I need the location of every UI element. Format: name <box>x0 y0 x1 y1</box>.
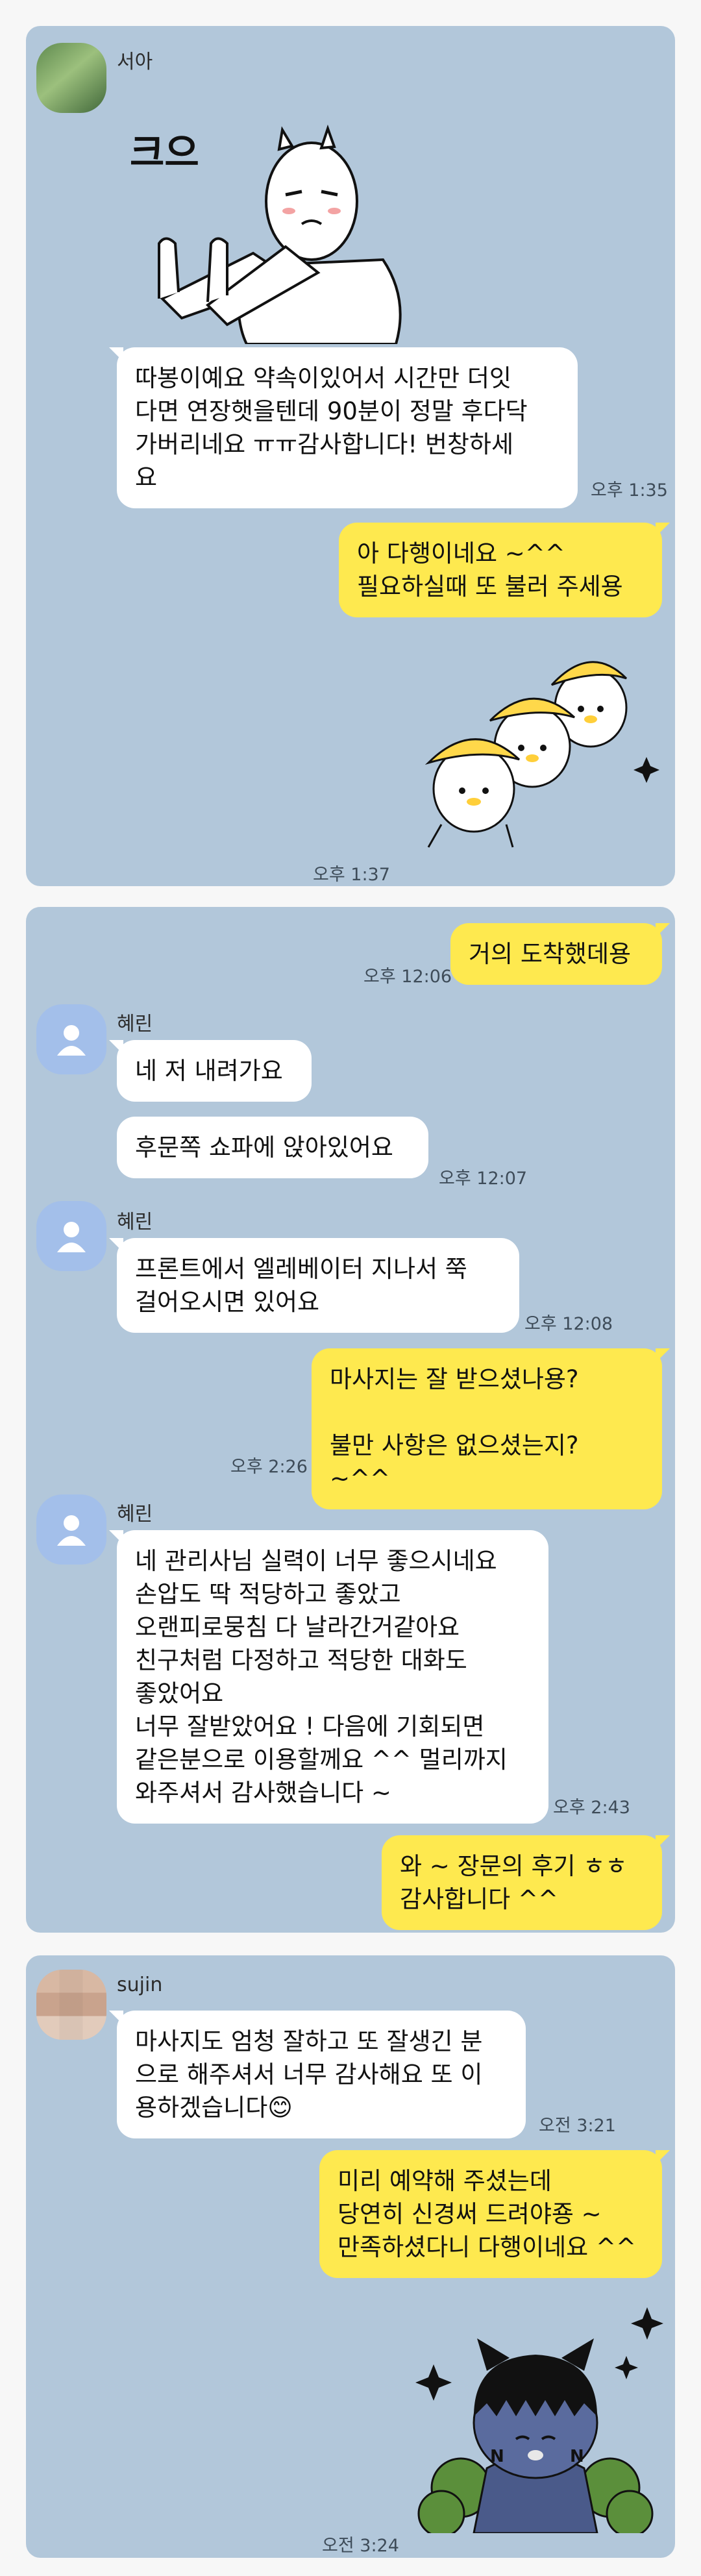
message-timestamp: 오후 12:08 <box>524 1314 613 1334</box>
message-bubble-incoming[interactable]: 후문쪽 쇼파에 앉아있어요 <box>117 1117 428 1178</box>
sender-name: 혜린 <box>117 1503 153 1526</box>
sender-name: sujin <box>117 1974 163 1996</box>
chat-screenshot-2: 거의 도착했데용 오후 12:06 혜린 네 저 내려가요 후문쪽 쇼파에 앉아… <box>26 907 675 1933</box>
sender-avatar-hyerin[interactable] <box>36 1201 106 1271</box>
message-bubble-incoming[interactable]: 마사지도 엄청 잘하고 또 잘생긴 분 으로 해주셔서 너무 감사해요 또 이 … <box>109 2011 526 2138</box>
svg-text:N: N <box>490 2447 504 2466</box>
sender-avatar-hyerin[interactable] <box>36 1004 106 1074</box>
thumbs-up-character-sticker: 크으 <box>130 124 402 344</box>
chat-screenshot-1: 서아 크으 따봉이예요 약속이있어서 시간만 더잇 다면 연장햇을텐데 90분이… <box>26 26 675 886</box>
message-bubble-outgoing[interactable]: 마사지는 잘 받으셨나용? 불만 사항은 없으셨는지? ~^^ <box>312 1348 670 1509</box>
person-icon <box>57 1025 86 1056</box>
sender-name: 혜린 <box>117 1211 153 1233</box>
message-bubble-outgoing[interactable]: 거의 도착했데용 <box>450 923 670 985</box>
message-timestamp: 오전 3:24 <box>322 2536 399 2556</box>
message-bubble-outgoing[interactable]: 와 ~ 장문의 후기 ㅎㅎ 감사합니다 ^^ <box>382 1835 670 1930</box>
sender-name: 혜린 <box>117 1013 153 1035</box>
message-bubble-incoming[interactable]: 따봉이예요 약속이있어서 시간만 더잇 다면 연장햇을텐데 90분이 정말 후다… <box>109 347 578 508</box>
person-icon <box>57 1515 86 1546</box>
message-timestamp: 오후 1:37 <box>313 865 390 885</box>
message-bubble-incoming[interactable]: 네 관리사님 실력이 너무 좋으시네요 손압도 딱 적당하고 좋았고 오랜피로뭉… <box>109 1530 548 1824</box>
ryan-cat-sticker: N N <box>415 2307 663 2533</box>
message-timestamp: 오후 12:06 <box>363 967 452 987</box>
message-bubble-outgoing[interactable]: 아 다행이네요 ~^^ 필요하실때 또 불러 주세용 <box>339 523 670 617</box>
message-bubble-outgoing[interactable]: 미리 예약해 주셨는데 당연히 신경써 드려야죵 ~ 만족하셨다니 다행이네요 … <box>319 2150 670 2278</box>
sender-name: 서아 <box>117 51 153 73</box>
message-timestamp: 오후 1:35 <box>591 480 668 501</box>
banana-hat-characters-sticker <box>427 661 659 848</box>
sender-avatar-seoa[interactable] <box>36 43 106 113</box>
sticker-caption: 크으 <box>130 130 199 175</box>
sender-avatar-hyerin[interactable] <box>36 1494 106 1565</box>
message-timestamp: 오후 12:07 <box>439 1169 528 1189</box>
svg-text:N: N <box>570 2447 584 2466</box>
sender-avatar-sujin[interactable] <box>36 1970 106 2040</box>
person-icon <box>57 1222 86 1252</box>
chat-screenshot-3: sujin 마사지도 엄청 잘하고 또 잘생긴 분 으로 해주셔서 너무 감사해… <box>26 1955 675 2558</box>
message-timestamp: 오후 2:43 <box>553 1798 630 1818</box>
message-bubble-incoming[interactable]: 네 저 내려가요 <box>109 1040 312 1102</box>
message-timestamp: 오후 2:26 <box>230 1457 308 1477</box>
message-bubble-incoming[interactable]: 프론트에서 엘레베이터 지나서 쭉 걸어오시면 있어요 <box>109 1238 519 1333</box>
message-timestamp: 오전 3:21 <box>539 2116 616 2136</box>
